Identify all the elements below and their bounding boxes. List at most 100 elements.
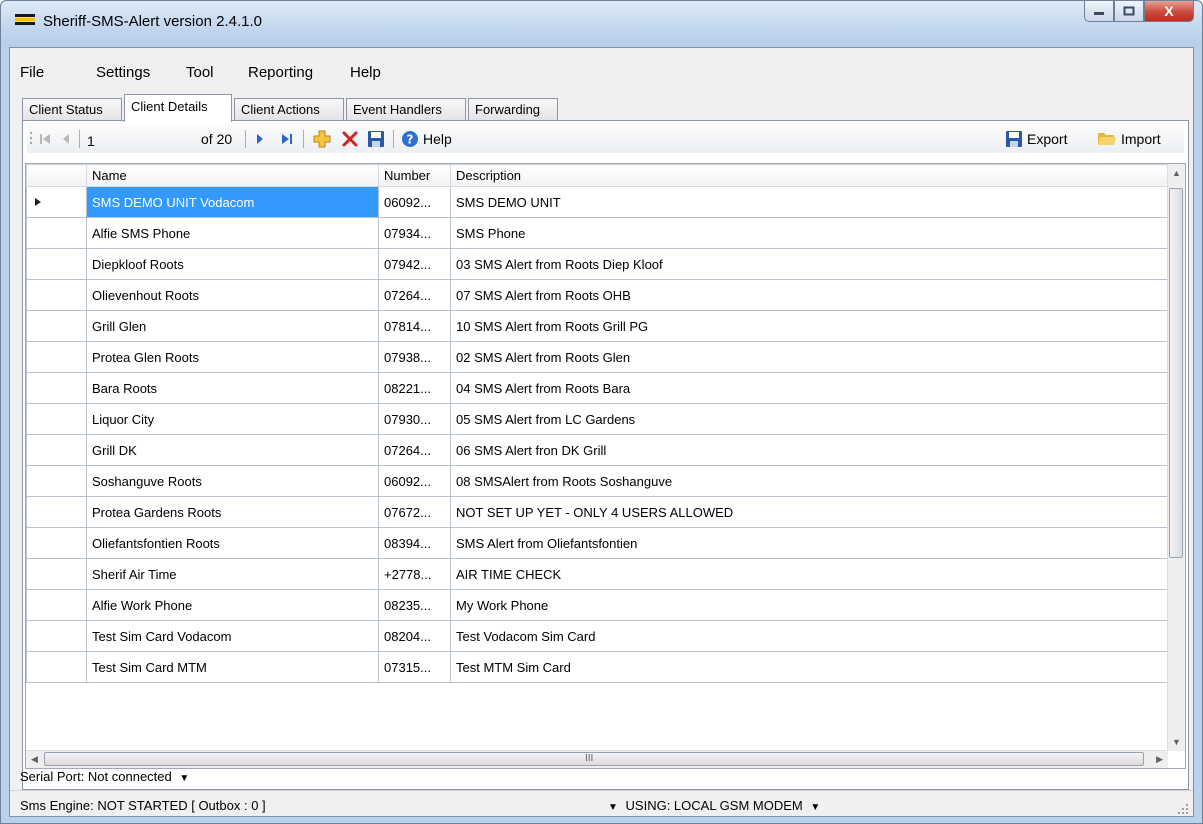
cell-number[interactable]: 07264...: [378, 279, 451, 311]
table-row[interactable]: Oliefantsfontien Roots 08394... SMS Alert …: [26, 527, 1170, 559]
cell-description[interactable]: 07 SMS Alert from Roots OHB: [450, 279, 1170, 311]
cell-description[interactable]: SMS Phone: [450, 217, 1170, 249]
row-header[interactable]: [26, 465, 87, 497]
cell-number[interactable]: 07672...: [378, 496, 451, 528]
add-new-button[interactable]: [313, 129, 331, 149]
row-header[interactable]: [26, 186, 87, 218]
cell-name[interactable]: Soshanguve Roots: [86, 465, 379, 497]
cell-description[interactable]: SMS DEMO UNIT: [450, 186, 1170, 218]
move-last-button[interactable]: [281, 129, 293, 149]
row-header[interactable]: [26, 434, 87, 466]
cell-number[interactable]: 08204...: [378, 620, 451, 652]
cell-name[interactable]: Alfie Work Phone: [86, 589, 379, 621]
import-button[interactable]: Import: [1097, 129, 1161, 149]
table-row[interactable]: Grill Glen 07814... 10 SMS Alert from Root…: [26, 310, 1170, 342]
vertical-scroll-thumb[interactable]: [1169, 188, 1183, 558]
cell-name[interactable]: Alfie SMS Phone: [86, 217, 379, 249]
table-row[interactable]: Protea Gardens Roots 07672... NOT SET UP Y…: [26, 496, 1170, 528]
cell-number[interactable]: 07264...: [378, 434, 451, 466]
cell-description[interactable]: Test MTM Sim Card: [450, 651, 1170, 683]
tab-client-actions[interactable]: Client Actions: [234, 98, 344, 120]
cell-name[interactable]: SMS DEMO UNIT Vodacom: [86, 186, 379, 218]
tab-forwarding[interactable]: Forwarding: [468, 98, 558, 120]
scroll-down-icon[interactable]: ▼: [1172, 737, 1181, 747]
cell-name[interactable]: Protea Glen Roots: [86, 341, 379, 373]
row-header[interactable]: [26, 248, 87, 280]
row-header[interactable]: [26, 279, 87, 311]
cell-number[interactable]: 07938...: [378, 341, 451, 373]
cell-description[interactable]: 08 SMSAlert from Roots Soshanguve: [450, 465, 1170, 497]
table-row[interactable]: Alfie SMS Phone 07934... SMS Phone: [26, 217, 1170, 249]
table-row[interactable]: Bara Roots 08221... 04 SMS Alert from Root…: [26, 372, 1170, 404]
scroll-up-icon[interactable]: ▲: [1172, 168, 1181, 178]
table-row[interactable]: Liquor City 07930... 05 SMS Alert from LC …: [26, 403, 1170, 435]
cell-number[interactable]: 06092...: [378, 186, 451, 218]
row-header[interactable]: [26, 310, 87, 342]
row-header[interactable]: [26, 651, 87, 683]
help-button[interactable]: ? Help: [401, 129, 452, 149]
table-row[interactable]: Olievenhout Roots 07264... 07 SMS Alert fr…: [26, 279, 1170, 311]
row-header[interactable]: [26, 496, 87, 528]
column-header-name[interactable]: Name: [86, 164, 379, 187]
position-input[interactable]: [87, 131, 137, 151]
close-button[interactable]: X: [1144, 1, 1194, 22]
move-first-button[interactable]: [39, 129, 51, 149]
cell-description[interactable]: SMS Alert from Oliefantsfontien: [450, 527, 1170, 559]
menu-settings[interactable]: Settings: [96, 64, 150, 81]
menu-help[interactable]: Help: [350, 64, 381, 81]
cell-description[interactable]: AIR TIME CHECK: [450, 558, 1170, 590]
vertical-scrollbar[interactable]: ▲ ▼: [1167, 164, 1185, 751]
table-row[interactable]: Protea Glen Roots 07938... 02 SMS Alert fr…: [26, 341, 1170, 373]
move-previous-button[interactable]: [61, 129, 71, 149]
export-button[interactable]: Export: [1005, 129, 1067, 149]
cell-name[interactable]: Grill Glen: [86, 310, 379, 342]
cell-number[interactable]: 07942...: [378, 248, 451, 280]
cell-number[interactable]: 08221...: [378, 372, 451, 404]
cell-description[interactable]: 06 SMS Alert fron DK Grill: [450, 434, 1170, 466]
cell-name[interactable]: Oliefantsfontien Roots: [86, 527, 379, 559]
resize-grip-icon[interactable]: [1177, 803, 1189, 815]
row-header[interactable]: [26, 217, 87, 249]
row-header[interactable]: [26, 527, 87, 559]
cell-description[interactable]: 04 SMS Alert from Roots Bara: [450, 372, 1170, 404]
cell-name[interactable]: Test Sim Card Vodacom: [86, 620, 379, 652]
cell-name[interactable]: Grill DK: [86, 434, 379, 466]
cell-description[interactable]: 05 SMS Alert from LC Gardens: [450, 403, 1170, 435]
cell-number[interactable]: 08235...: [378, 589, 451, 621]
cell-name[interactable]: Liquor City: [86, 403, 379, 435]
table-row[interactable]: Alfie Work Phone 08235... My Work Phone: [26, 589, 1170, 621]
table-row[interactable]: Soshanguve Roots 06092... 08 SMSAlert from…: [26, 465, 1170, 497]
table-row[interactable]: SMS DEMO UNIT Vodacom 06092... SMS DEMO UN…: [26, 186, 1170, 218]
delete-button[interactable]: [341, 129, 359, 149]
cell-number[interactable]: 07930...: [378, 403, 451, 435]
cell-number[interactable]: 07315...: [378, 651, 451, 683]
row-header[interactable]: [26, 589, 87, 621]
cell-number[interactable]: 07934...: [378, 217, 451, 249]
cell-name[interactable]: Diepkloof Roots: [86, 248, 379, 280]
tab-event-handlers[interactable]: Event Handlers: [346, 98, 466, 120]
serial-port-dropdown[interactable]: Serial Port: Not connected ▼: [20, 769, 189, 784]
modem-mode-dropdown[interactable]: ▼ USING: LOCAL GSM MODEM ▼: [608, 798, 820, 813]
menu-file[interactable]: File: [20, 64, 44, 81]
cell-name[interactable]: Bara Roots: [86, 372, 379, 404]
minimize-button[interactable]: [1084, 1, 1114, 22]
cell-number[interactable]: 07814...: [378, 310, 451, 342]
table-row[interactable]: Sherif Air Time +2778... AIR TIME CHECK: [26, 558, 1170, 590]
cell-description[interactable]: 10 SMS Alert from Roots Grill PG: [450, 310, 1170, 342]
table-row[interactable]: Grill DK 07264... 06 SMS Alert fron DK Gri…: [26, 434, 1170, 466]
cell-name[interactable]: Olievenhout Roots: [86, 279, 379, 311]
row-header[interactable]: [26, 341, 87, 373]
cell-description[interactable]: 02 SMS Alert from Roots Glen: [450, 341, 1170, 373]
row-header[interactable]: [26, 372, 87, 404]
cell-name[interactable]: Test Sim Card MTM: [86, 651, 379, 683]
row-header[interactable]: [26, 558, 87, 590]
cell-name[interactable]: Sherif Air Time: [86, 558, 379, 590]
cell-description[interactable]: 03 SMS Alert from Roots Diep Kloof: [450, 248, 1170, 280]
cell-number[interactable]: 06092...: [378, 465, 451, 497]
menu-reporting[interactable]: Reporting: [248, 64, 313, 81]
cell-description[interactable]: My Work Phone: [450, 589, 1170, 621]
cell-number[interactable]: +2778...: [378, 558, 451, 590]
column-header-description[interactable]: Description: [450, 164, 1170, 187]
row-header[interactable]: [26, 403, 87, 435]
table-row[interactable]: Test Sim Card MTM 07315... Test MTM Sim Ca…: [26, 651, 1170, 683]
